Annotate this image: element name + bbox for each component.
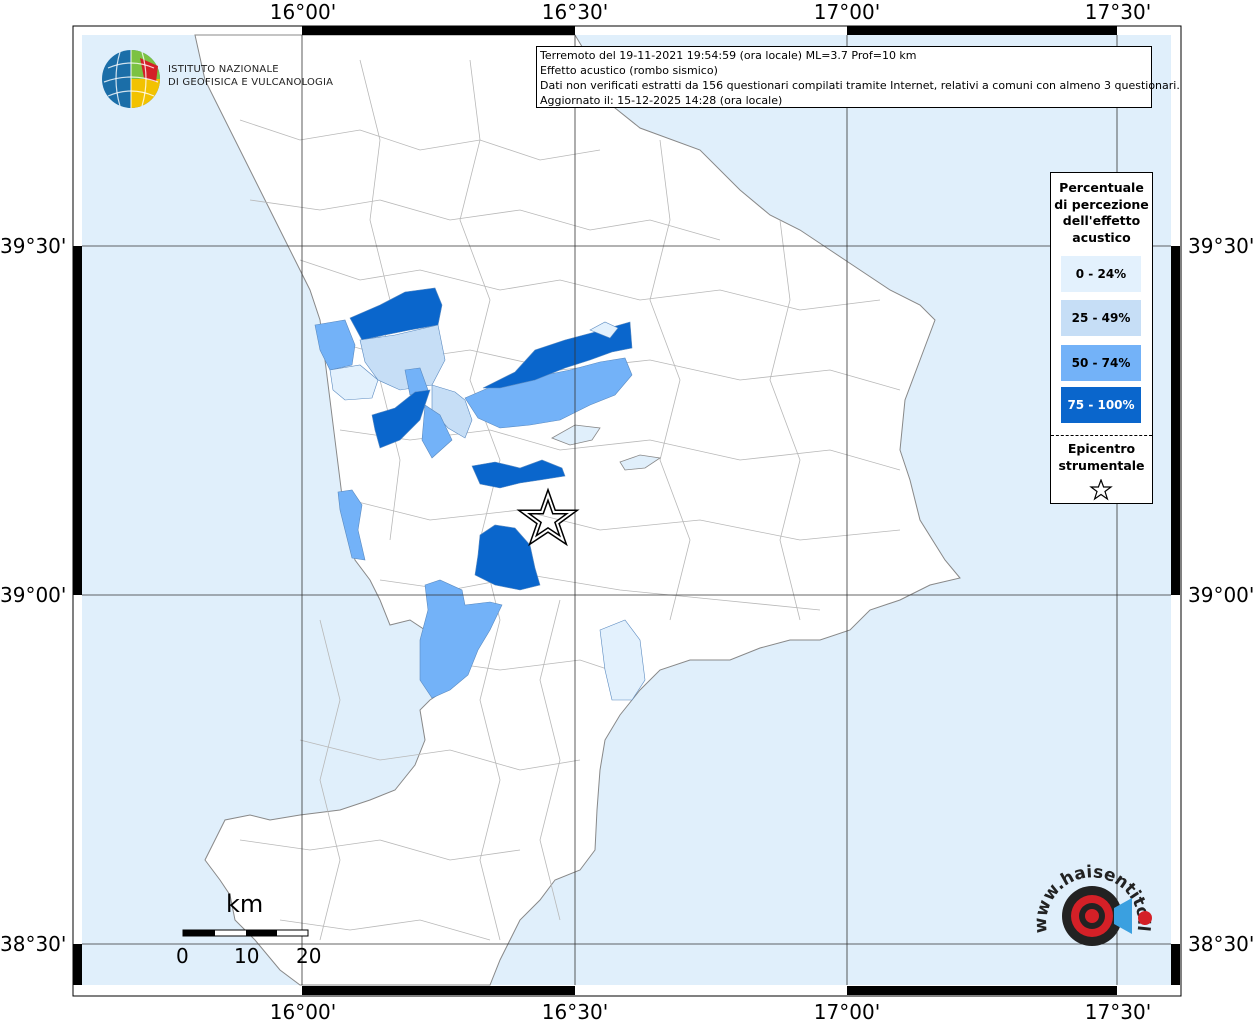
scale-bar [182,929,309,937]
event-info-line3: Dati non verificati estratti da 156 ques… [540,79,1180,92]
ingv-name: ISTITUTO NAZIONALE DI GEOFISICA E VULCAN… [168,63,333,89]
lat-label-right-2: 39°00' [1188,583,1254,607]
lon-label-top-1: 16°00' [269,0,337,24]
legend-title-line4: acustico [1072,229,1131,245]
ingv-globe-icon [102,50,160,108]
lon-label-bottom-2: 16°30' [541,1000,609,1024]
legend-epicenter-line1: Epicentro [1067,441,1136,456]
legend-separator [1051,435,1152,436]
lon-label-top-4: 17°30' [1084,0,1152,24]
target-icon: www.haisentitoilterremoto.it [1028,858,1153,946]
legend-title-line2: di percezione [1054,196,1149,212]
legend-title-line3: dell'effetto [1062,213,1141,228]
legend: Percentuale di percezione dell'effetto a… [1050,172,1153,504]
lon-label-top-3: 17°00' [813,0,881,24]
lat-label-right-3: 38°30' [1188,932,1254,956]
lat-label-right-1: 39°30' [1188,234,1254,258]
ingv-name-line1: ISTITUTO NAZIONALE [168,64,279,75]
legend-item-25-49: 25 - 49% [1061,300,1141,336]
star-icon [1089,479,1113,501]
lat-label-left-3: 38°30' [0,932,67,956]
ingv-name-line2: DI GEOFISICA E VULCANOLOGIA [168,77,334,88]
lat-label-left-2: 39°00' [0,583,67,607]
event-info-line1: Terremoto del 19-11-2021 19:54:59 (ora l… [540,49,917,62]
event-info-box: Terremoto del 19-11-2021 19:54:59 (ora l… [536,46,1180,108]
lon-label-bottom-4: 17°30' [1084,1000,1152,1024]
legend-item-50-74: 50 - 74% [1061,345,1141,381]
event-info-line2: Effetto acustico (rombo sismico) [540,64,718,77]
event-info-line4: Aggiornato il: 15-12-2025 14:28 (ora loc… [540,94,783,107]
scale-unit: km [226,890,264,918]
legend-epicenter-label: Epicentro strumentale [1051,441,1152,474]
scale-label-10: 10 [234,944,260,968]
legend-title-line1: Percentuale [1059,180,1144,195]
lon-label-bottom-3: 17°00' [813,1000,881,1024]
scale-label-20: 20 [296,944,322,968]
lon-label-top-2: 16°30' [541,0,609,24]
legend-item-75-100: 75 - 100% [1061,387,1141,423]
lon-label-bottom-1: 16°00' [269,1000,337,1024]
legend-item-0-24: 0 - 24% [1061,256,1141,292]
lat-label-left-1: 39°30' [0,234,67,258]
scale-label-0: 0 [176,944,189,968]
legend-epicenter-line2: strumentale [1058,457,1145,473]
legend-title: Percentuale di percezione dell'effetto a… [1051,180,1152,246]
